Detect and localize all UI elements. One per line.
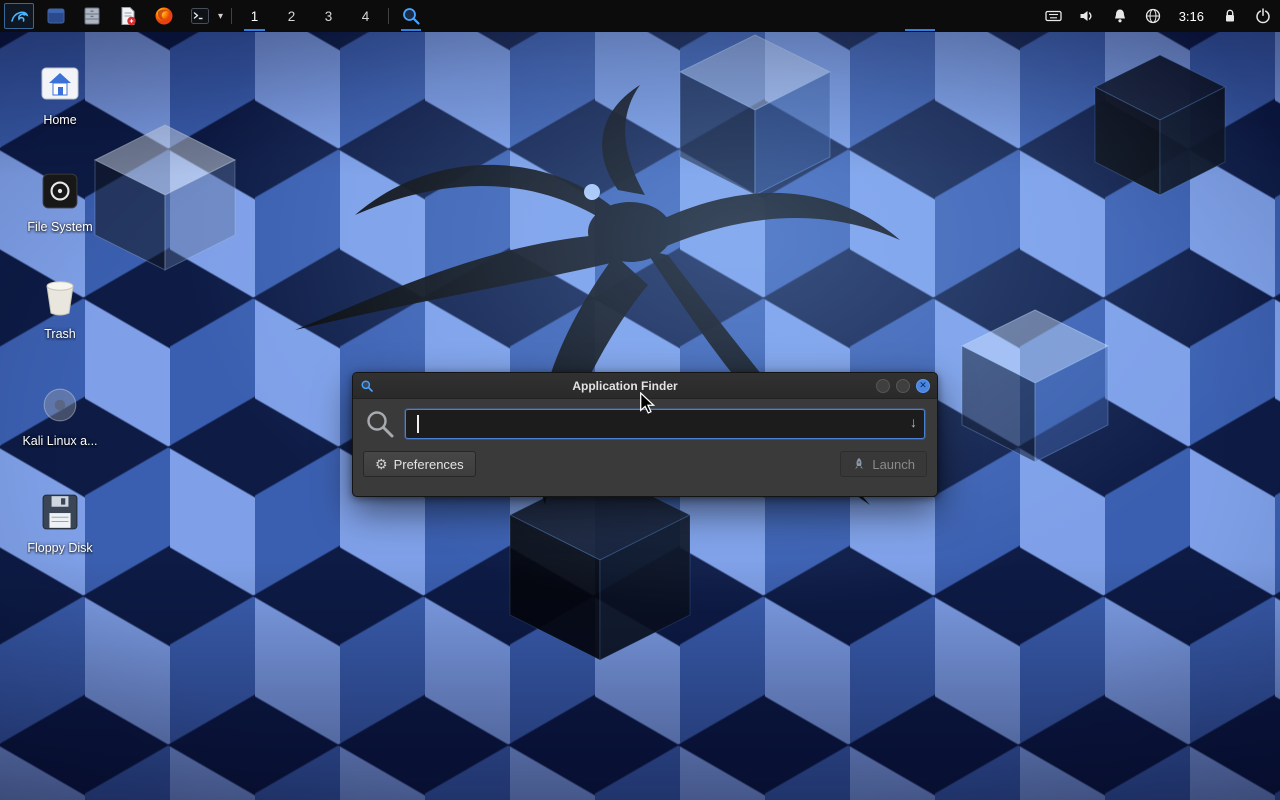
firefox-glyph: [153, 5, 175, 27]
window-title: Application Finder: [380, 379, 870, 393]
firefox-icon[interactable]: [150, 2, 178, 30]
document-glyph: [117, 5, 139, 27]
show-desktop-icon[interactable]: [42, 2, 70, 30]
workspace-button-3[interactable]: 3: [314, 0, 343, 32]
glass-cube: [680, 35, 830, 195]
desktop-icon-label: Floppy Disk: [27, 541, 92, 555]
desktop-icon-kali-volume[interactable]: Kali Linux a...: [0, 373, 120, 480]
workspace-button-2[interactable]: 2: [277, 0, 306, 32]
minimize-button[interactable]: [876, 379, 890, 393]
kali-dragon-glyph: [9, 6, 29, 26]
desktop-icon-floppy[interactable]: Floppy Disk: [0, 480, 120, 587]
desktop-icon-list: Home File System Trash Kali Linu: [0, 52, 120, 587]
preferences-button[interactable]: ⚙ Preferences: [363, 451, 476, 477]
panel-separator: [388, 8, 389, 24]
floppy-icon: [41, 488, 79, 536]
desktop-icon-label: Kali Linux a...: [22, 434, 97, 448]
panel-status-area: 3:16: [1044, 2, 1272, 30]
search-input-wrap: ↓: [405, 409, 925, 439]
desktop-icon-trash[interactable]: Trash: [0, 266, 120, 373]
workspace-button-4[interactable]: 4: [351, 0, 380, 32]
power-icon[interactable]: [1254, 2, 1272, 30]
magnifier-glyph: [400, 5, 422, 27]
launch-label: Launch: [872, 457, 915, 472]
text-editor-icon[interactable]: [114, 2, 142, 30]
text-caret: [417, 415, 419, 433]
desktop-icon-label: Trash: [44, 327, 76, 341]
volume-icon[interactable]: [1078, 2, 1096, 30]
terminal-icon[interactable]: [186, 2, 214, 30]
desktop-icon-home[interactable]: Home: [0, 52, 120, 159]
taskbar-window-button[interactable]: [903, 0, 937, 32]
top-panel: ▾ 1 2 3 4: [0, 0, 1280, 32]
glass-cube: [962, 310, 1108, 462]
trash-icon: [41, 274, 79, 322]
workspace-button-1[interactable]: 1: [240, 0, 269, 32]
home-icon: [39, 60, 81, 108]
black-cube: [1095, 55, 1225, 195]
window-icon-magnifier: [360, 379, 374, 393]
desktop-icon-label: File System: [27, 220, 92, 234]
dropdown-arrow-icon[interactable]: ↓: [910, 414, 917, 430]
close-button[interactable]: ✕: [916, 379, 930, 393]
kali-disc-icon: [41, 381, 79, 429]
launch-rocket-icon: [852, 457, 866, 471]
app-finder-icon[interactable]: [397, 0, 425, 32]
keyboard-icon[interactable]: [1044, 2, 1063, 30]
application-finder-window: Application Finder ✕ ↓ ⚙ Preferences: [352, 372, 938, 497]
lock-icon[interactable]: [1221, 2, 1239, 30]
file-manager-icon[interactable]: [78, 2, 106, 30]
search-input[interactable]: [405, 409, 925, 439]
network-icon[interactable]: [1144, 2, 1162, 30]
filesystem-icon: [41, 167, 79, 215]
bell-icon[interactable]: [1111, 2, 1129, 30]
window-glyph: [45, 5, 67, 27]
terminal-glyph: [189, 5, 211, 27]
kali-menu-icon[interactable]: [4, 3, 34, 29]
gear-icon: ⚙: [375, 456, 388, 473]
black-cube: [510, 470, 690, 660]
preferences-label: Preferences: [394, 457, 464, 472]
chevron-down-icon[interactable]: ▾: [218, 11, 223, 22]
mouse-cursor: [637, 392, 657, 414]
launch-button[interactable]: Launch: [840, 451, 927, 477]
cabinet-glyph: [81, 5, 103, 27]
finder-button-row: ⚙ Preferences Launch: [353, 445, 937, 487]
panel-separator: [231, 8, 232, 24]
clock[interactable]: 3:16: [1177, 9, 1206, 24]
desktop-icon-file-system[interactable]: File System: [0, 159, 120, 266]
desktop-icon-label: Home: [43, 113, 76, 127]
search-icon: [365, 409, 395, 439]
maximize-button[interactable]: [896, 379, 910, 393]
